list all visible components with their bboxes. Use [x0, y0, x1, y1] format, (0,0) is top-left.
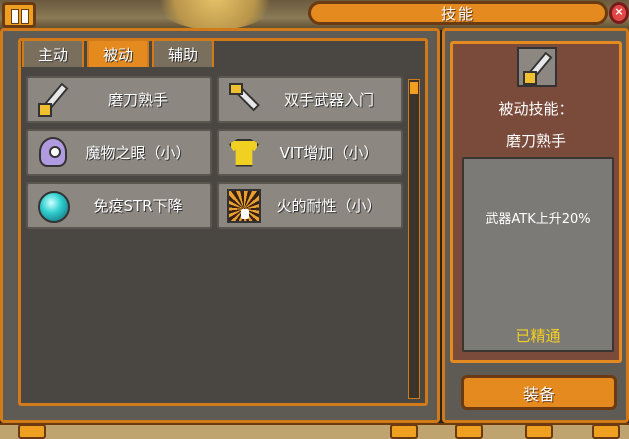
skill-item[interactable]: 火的耐性（小） — [217, 182, 403, 229]
skill-name: 火的耐性（小） — [276, 197, 382, 215]
crown-icon[interactable] — [592, 424, 620, 439]
monster-eye-icon — [34, 134, 72, 172]
mastery-status: 已精通 — [515, 327, 561, 345]
window-title: 技能 — [308, 1, 608, 25]
skill-tabs: 主动 被动 辅助 — [22, 39, 215, 67]
skill-item[interactable]: 免疫STR下降 — [26, 182, 212, 229]
shirt-icon — [225, 134, 263, 172]
skill-name: 免疫STR下降 — [93, 197, 183, 215]
menu-icon[interactable] — [390, 424, 418, 439]
two-hand-sword-icon — [225, 81, 263, 119]
skill-type-label: 被动技能： — [498, 100, 574, 118]
skill-detail-name: 磨刀熟手 — [505, 132, 566, 150]
orb-icon — [34, 187, 72, 225]
dpad-icon[interactable] — [18, 424, 46, 439]
equip-button[interactable]: 装备 — [461, 375, 617, 410]
tab-support[interactable]: 辅助 — [152, 39, 215, 67]
pause-button[interactable] — [2, 2, 36, 28]
scrollbar-thumb[interactable] — [410, 82, 418, 94]
sword-icon — [34, 81, 72, 119]
skill-description: 武器ATK上升20% — [485, 212, 591, 227]
close-button[interactable]: × — [609, 2, 629, 24]
sword-icon — [517, 47, 557, 87]
book-icon[interactable] — [525, 424, 553, 439]
trophy-icon[interactable] — [455, 424, 483, 439]
sun-glow — [150, 0, 280, 30]
skill-item[interactable]: 双手武器入门 — [217, 76, 403, 123]
skill-description-box — [462, 157, 614, 352]
skill-name: 魔物之眼（小） — [85, 144, 191, 162]
fire-icon — [225, 187, 263, 225]
skill-list-scrollbar[interactable] — [408, 79, 420, 399]
skill-name: 磨刀熟手 — [107, 91, 168, 109]
skill-item[interactable]: VIT增加（小） — [217, 129, 403, 176]
skill-item[interactable]: 磨刀熟手 — [26, 76, 212, 123]
tab-passive[interactable]: 被动 — [87, 39, 150, 67]
tab-active[interactable]: 主动 — [22, 39, 85, 67]
skill-name: 双手武器入门 — [283, 91, 374, 109]
skill-name: VIT增加（小） — [279, 144, 379, 162]
skill-item[interactable]: 魔物之眼（小） — [26, 129, 212, 176]
